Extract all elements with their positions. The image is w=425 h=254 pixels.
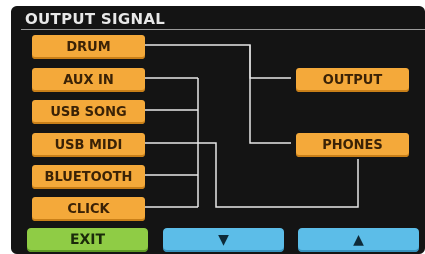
source-drum-button[interactable]: DRUM	[32, 35, 145, 59]
source-usb-midi-button[interactable]: USB MIDI	[32, 133, 145, 157]
source-bluetooth-button[interactable]: BLUETOOTH	[32, 165, 145, 189]
source-usb-song-button[interactable]: USB SONG	[32, 100, 145, 124]
destination-output-button[interactable]: OUTPUT	[296, 68, 409, 92]
down-arrow-icon: ▼	[218, 232, 229, 248]
up-arrow-icon: ▲	[353, 232, 364, 248]
destination-phones-button[interactable]: PHONES	[296, 133, 409, 157]
output-signal-screen: OUTPUT SIGNAL DRUM AUX IN USB SONG USB M…	[11, 6, 425, 254]
wire-drum-output	[134, 44, 291, 79]
wire-drum-phones	[249, 45, 291, 144]
source-click-button[interactable]: CLICK	[32, 197, 145, 221]
scroll-down-button[interactable]: ▼	[163, 228, 284, 252]
scroll-up-button[interactable]: ▲	[298, 228, 419, 252]
source-aux-in-button[interactable]: AUX IN	[32, 68, 145, 92]
exit-button[interactable]: EXIT	[27, 228, 148, 252]
